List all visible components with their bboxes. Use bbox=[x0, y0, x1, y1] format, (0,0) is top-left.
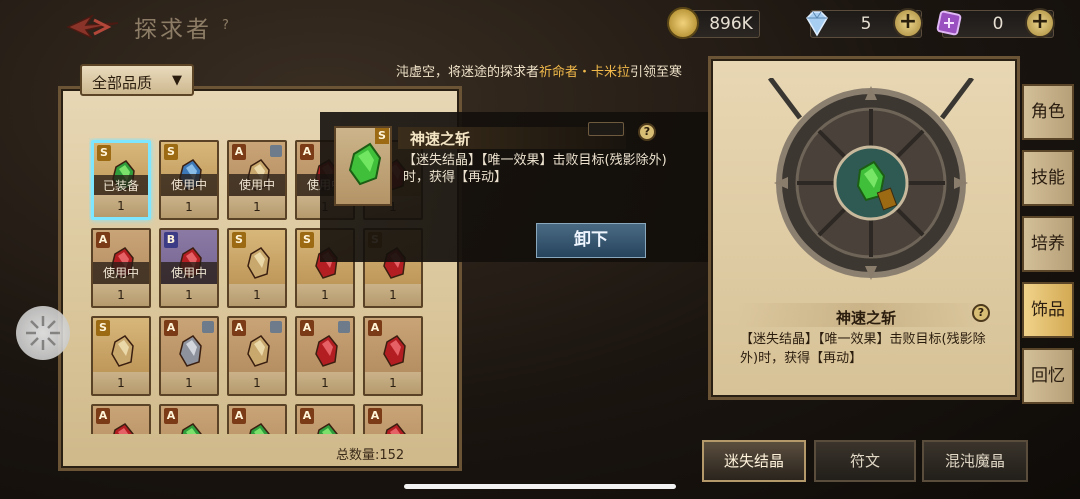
top-bar: 探求者 ? 896K 5 + 0 + bbox=[0, 0, 1080, 52]
item-quantity: 1 bbox=[161, 284, 217, 306]
item-quantity: 1 bbox=[161, 372, 217, 394]
crystal-gem-icon bbox=[181, 423, 202, 434]
inventory-item-card[interactable]: B 使用中 1 bbox=[159, 228, 219, 308]
detail-help-icon[interactable]: ? bbox=[972, 304, 990, 322]
item-status-label: 使用中 bbox=[93, 262, 149, 284]
tab-lost-crystal[interactable]: 迷失结晶 bbox=[702, 440, 806, 482]
diamond-icon bbox=[801, 7, 833, 39]
inventory-item-card[interactable]: A1 bbox=[363, 316, 423, 396]
crystal-gem-icon bbox=[179, 335, 202, 367]
detail-description: 【迷失结晶】【唯一效果】击败目标(残影除外)时，获得【再动】 bbox=[740, 332, 986, 366]
inventory-item-card[interactable]: A bbox=[227, 404, 287, 434]
quality-filter-dropdown[interactable]: 全部品质 ▼ bbox=[80, 64, 194, 96]
rune-amount: 0 bbox=[992, 14, 1004, 34]
item-quantity: 1 bbox=[93, 372, 149, 394]
add-rune-button[interactable]: + bbox=[1025, 8, 1055, 38]
inventory-item-card[interactable]: S1 bbox=[227, 228, 287, 308]
inventory-item-card[interactable]: A1 bbox=[159, 316, 219, 396]
crystal-gem-icon bbox=[383, 335, 406, 367]
crystal-gem-icon bbox=[111, 335, 134, 367]
hint-prefix: 沌虚空，将迷途的探求者 bbox=[396, 65, 540, 80]
crystal-gem-icon bbox=[247, 247, 270, 279]
accessory-slot-dial bbox=[760, 76, 982, 288]
diamond-currency: 5 + bbox=[806, 8, 923, 38]
item-quantity: 1 bbox=[297, 372, 353, 394]
tab-skill[interactable]: 技能 bbox=[1022, 150, 1074, 206]
quality-filter-label: 全部品质 bbox=[92, 74, 153, 92]
lock-icon bbox=[338, 321, 350, 333]
crystal-gem-icon bbox=[315, 335, 338, 367]
tab-character[interactable]: 角色 bbox=[1022, 84, 1074, 140]
item-quantity: 1 bbox=[229, 196, 285, 218]
title-help-icon[interactable]: ? bbox=[222, 18, 229, 33]
hint-suffix: 引领至寒 bbox=[630, 65, 683, 80]
item-status-label: 已装备 bbox=[94, 175, 148, 197]
item-quantity: 1 bbox=[229, 372, 285, 394]
tooltip-rarity-badge: S bbox=[375, 128, 389, 144]
tab-chaos-crystal[interactable]: 混沌魔晶 bbox=[922, 440, 1028, 482]
inventory-item-card[interactable]: A bbox=[295, 404, 355, 434]
page-title: 探求者 bbox=[134, 17, 212, 43]
scroll-wheel-button[interactable] bbox=[16, 306, 70, 360]
unequip-button[interactable]: 卸下 bbox=[536, 223, 646, 258]
tooltip-help-icon[interactable]: ? bbox=[638, 123, 656, 141]
item-quantity: 1 bbox=[93, 284, 149, 306]
item-quantity: 1 bbox=[365, 284, 421, 306]
crystal-gem-icon bbox=[385, 423, 406, 434]
tab-accessory[interactable]: 饰品 bbox=[1022, 282, 1074, 338]
lock-icon bbox=[202, 321, 214, 333]
item-status-label: 使用中 bbox=[229, 174, 285, 196]
rune-token-icon bbox=[933, 7, 965, 39]
detail-item-name: 神速之斩 bbox=[836, 309, 897, 327]
lock-icon bbox=[270, 145, 282, 157]
story-hint: 沌虚空，将迷途的探求者祈命者・卡米拉引领至寒 bbox=[396, 61, 682, 80]
inventory-item-card[interactable]: A使用中1 bbox=[227, 140, 287, 220]
tooltip-description: 【迷失结晶】【唯一效果】击败目标(残影除外)时，获得【再动】 bbox=[403, 153, 667, 185]
tab-training[interactable]: 培养 bbox=[1022, 216, 1074, 272]
crystal-gem-icon bbox=[317, 423, 338, 434]
inventory-item-card[interactable]: A bbox=[363, 404, 423, 434]
diamond-amount: 5 bbox=[860, 14, 872, 34]
gold-currency: 896K bbox=[667, 7, 760, 39]
add-diamond-button[interactable]: + bbox=[893, 8, 923, 38]
gold-amount: 896K bbox=[709, 14, 753, 34]
inventory-item-card[interactable]: S 使用中 1 bbox=[159, 140, 219, 220]
inventory-item-card[interactable]: A使用中1 bbox=[91, 228, 151, 308]
inventory-item-card[interactable]: S1 bbox=[91, 316, 151, 396]
item-quantity: 1 bbox=[94, 195, 148, 217]
gold-coin-icon bbox=[667, 7, 699, 39]
crystal-gem-icon bbox=[247, 335, 270, 367]
inventory-item-card[interactable]: A bbox=[159, 404, 219, 434]
home-indicator[interactable] bbox=[404, 484, 676, 489]
inventory-item-card[interactable]: S 已装备 1 bbox=[91, 140, 151, 220]
item-status-label: 使用中 bbox=[161, 174, 217, 196]
crystal-gem-icon bbox=[113, 423, 134, 434]
total-count: 总数量:152 bbox=[336, 448, 405, 463]
tab-memory[interactable]: 回忆 bbox=[1022, 348, 1074, 404]
item-quantity: 1 bbox=[297, 284, 353, 306]
back-arrow-icon[interactable] bbox=[64, 12, 122, 42]
lock-icon bbox=[270, 321, 282, 333]
item-quantity: 1 bbox=[365, 372, 421, 394]
tab-rune[interactable]: 符文 bbox=[814, 440, 916, 482]
lock-toggle[interactable] bbox=[588, 122, 624, 136]
item-quantity: 1 bbox=[161, 196, 217, 218]
crystal-gem-icon bbox=[249, 423, 270, 434]
inventory-item-card[interactable]: A1 bbox=[295, 316, 355, 396]
inventory-item-card[interactable]: A1 bbox=[227, 316, 287, 396]
item-quantity: 1 bbox=[229, 284, 285, 306]
chevron-down-icon: ▼ bbox=[172, 73, 182, 88]
item-status-label: 使用中 bbox=[161, 262, 217, 284]
tooltip-item-name: 神速之斩 bbox=[410, 130, 471, 148]
inventory-item-card[interactable]: A bbox=[91, 404, 151, 434]
hint-highlight: 祈命者・卡米拉 bbox=[539, 65, 631, 80]
rune-currency: 0 + bbox=[936, 8, 1055, 38]
